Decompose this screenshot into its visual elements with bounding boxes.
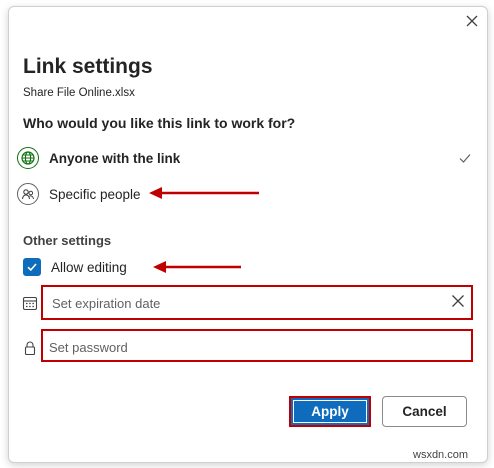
option-label: Specific people: [49, 186, 141, 202]
lock-icon: [23, 340, 37, 361]
globe-icon: [17, 147, 39, 169]
allow-editing-label: Allow editing: [51, 259, 127, 275]
calendar-icon: [22, 295, 38, 316]
cancel-button[interactable]: Cancel: [382, 396, 467, 427]
people-icon: [17, 183, 39, 205]
option-anyone-with-link[interactable]: Anyone with the link: [17, 144, 180, 172]
apply-label: Apply: [311, 404, 349, 419]
expiration-date-input[interactable]: [52, 294, 442, 312]
audience-question: Who would you like this link to work for…: [23, 115, 296, 131]
option-label: Anyone with the link: [49, 150, 181, 166]
checkbox-checked-icon: [23, 258, 41, 276]
apply-button[interactable]: Apply: [289, 396, 371, 427]
annotation-arrow: [153, 261, 241, 273]
option-specific-people[interactable]: Specific people: [17, 180, 141, 208]
password-input[interactable]: [49, 338, 459, 356]
close-icon[interactable]: [464, 13, 480, 29]
dialog-title: Link settings: [23, 55, 153, 78]
allow-editing-checkbox[interactable]: Allow editing: [23, 257, 127, 277]
annotation-arrow: [149, 187, 259, 199]
watermark: wsxdn.com: [413, 449, 469, 461]
checkmark-icon: [458, 151, 472, 165]
file-name: Share File Online.xlsx: [23, 87, 135, 99]
cancel-label: Cancel: [402, 404, 447, 419]
other-settings-heading: Other settings: [23, 233, 112, 248]
clear-icon[interactable]: [451, 294, 465, 308]
